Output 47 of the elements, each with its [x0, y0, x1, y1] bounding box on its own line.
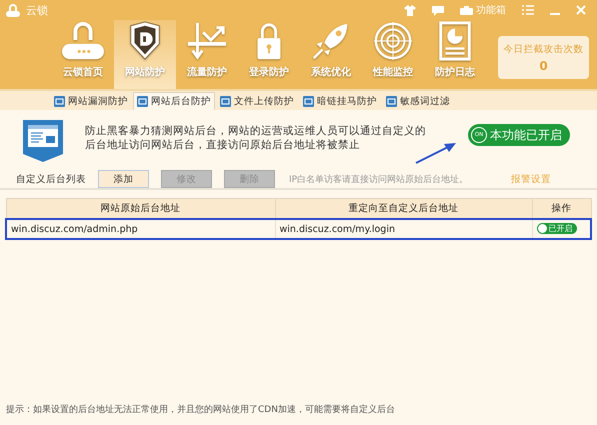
chat-icon: [432, 4, 444, 16]
shield-icon: [127, 21, 163, 61]
sub-tab[interactable]: 网站后台防护: [133, 92, 215, 110]
sub-tab[interactable]: 敏感词过滤: [382, 92, 454, 110]
column-header: 重定向至自定义后台地址: [275, 198, 532, 219]
nav-tab[interactable]: 网站防护: [114, 20, 176, 89]
briefcase-icon: [460, 6, 473, 14]
nav-tab[interactable]: 防护日志: [424, 20, 486, 89]
sub-tab[interactable]: 暗链挂马防护: [299, 92, 381, 110]
tab-icon: [137, 96, 148, 107]
nav-tab[interactable]: 流量防护: [176, 20, 238, 89]
nav-tab[interactable]: 性能监控: [362, 20, 424, 89]
report-icon: [438, 21, 472, 61]
add-button[interactable]: 添加: [98, 170, 149, 188]
radar-icon: [372, 21, 414, 61]
annotation-arrow: [415, 142, 457, 164]
counter-label: 今日拦截攻击次数: [504, 42, 584, 56]
tab-icon: [220, 96, 231, 107]
feature-description: 防止黑客暴力猜测网站后台，网站的运营或运维人员可以通过自定义的后台地址访问网站后台，直接访问原始后台地址将被禁止: [85, 124, 427, 152]
window-title: 云锁: [26, 2, 48, 18]
list-label: 自定义后台列表: [16, 172, 86, 186]
chart-arrows-icon: [185, 21, 229, 61]
status-toggle[interactable]: 已开启: [536, 222, 576, 234]
column-header: 操作: [532, 198, 591, 219]
alarm-settings-link[interactable]: 报警设置: [511, 172, 552, 186]
app-logo-icon: [6, 4, 20, 16]
counter-value: 0: [539, 58, 548, 72]
nav-tab[interactable]: 系统优化: [300, 20, 362, 89]
tab-icon: [303, 96, 314, 107]
tab-icon: [54, 96, 65, 107]
sub-tab[interactable]: 网站漏洞防护: [50, 92, 132, 110]
nav-tab[interactable]: 云锁首页: [52, 20, 114, 89]
close-icon: [576, 5, 586, 15]
cloud-lock-icon: [61, 21, 105, 61]
whitelist-note: IP白名单访客请直接访问网站原始后台地址。: [289, 174, 468, 186]
tab-icon: [386, 96, 397, 107]
minimize-icon: [550, 12, 560, 14]
shirt-icon: [404, 4, 416, 16]
tip-text: 提示：如果设置的后台地址无法正常使用，并且您的网站使用了CDN加速，可能需要将自定义后台: [6, 405, 395, 415]
table-cell: win.discuz.com/admin.php: [6, 219, 275, 239]
nav-tab[interactable]: 登录防护: [238, 20, 300, 89]
toolbox-button[interactable]: 功能箱: [455, 3, 511, 17]
sub-tab[interactable]: 文件上传防护: [216, 92, 298, 110]
table-cell: win.discuz.com/my.login: [275, 219, 532, 239]
menu-icon: [522, 5, 534, 15]
admin-page-icon: [23, 120, 63, 162]
column-header: 网站原始后台地址: [6, 198, 275, 219]
